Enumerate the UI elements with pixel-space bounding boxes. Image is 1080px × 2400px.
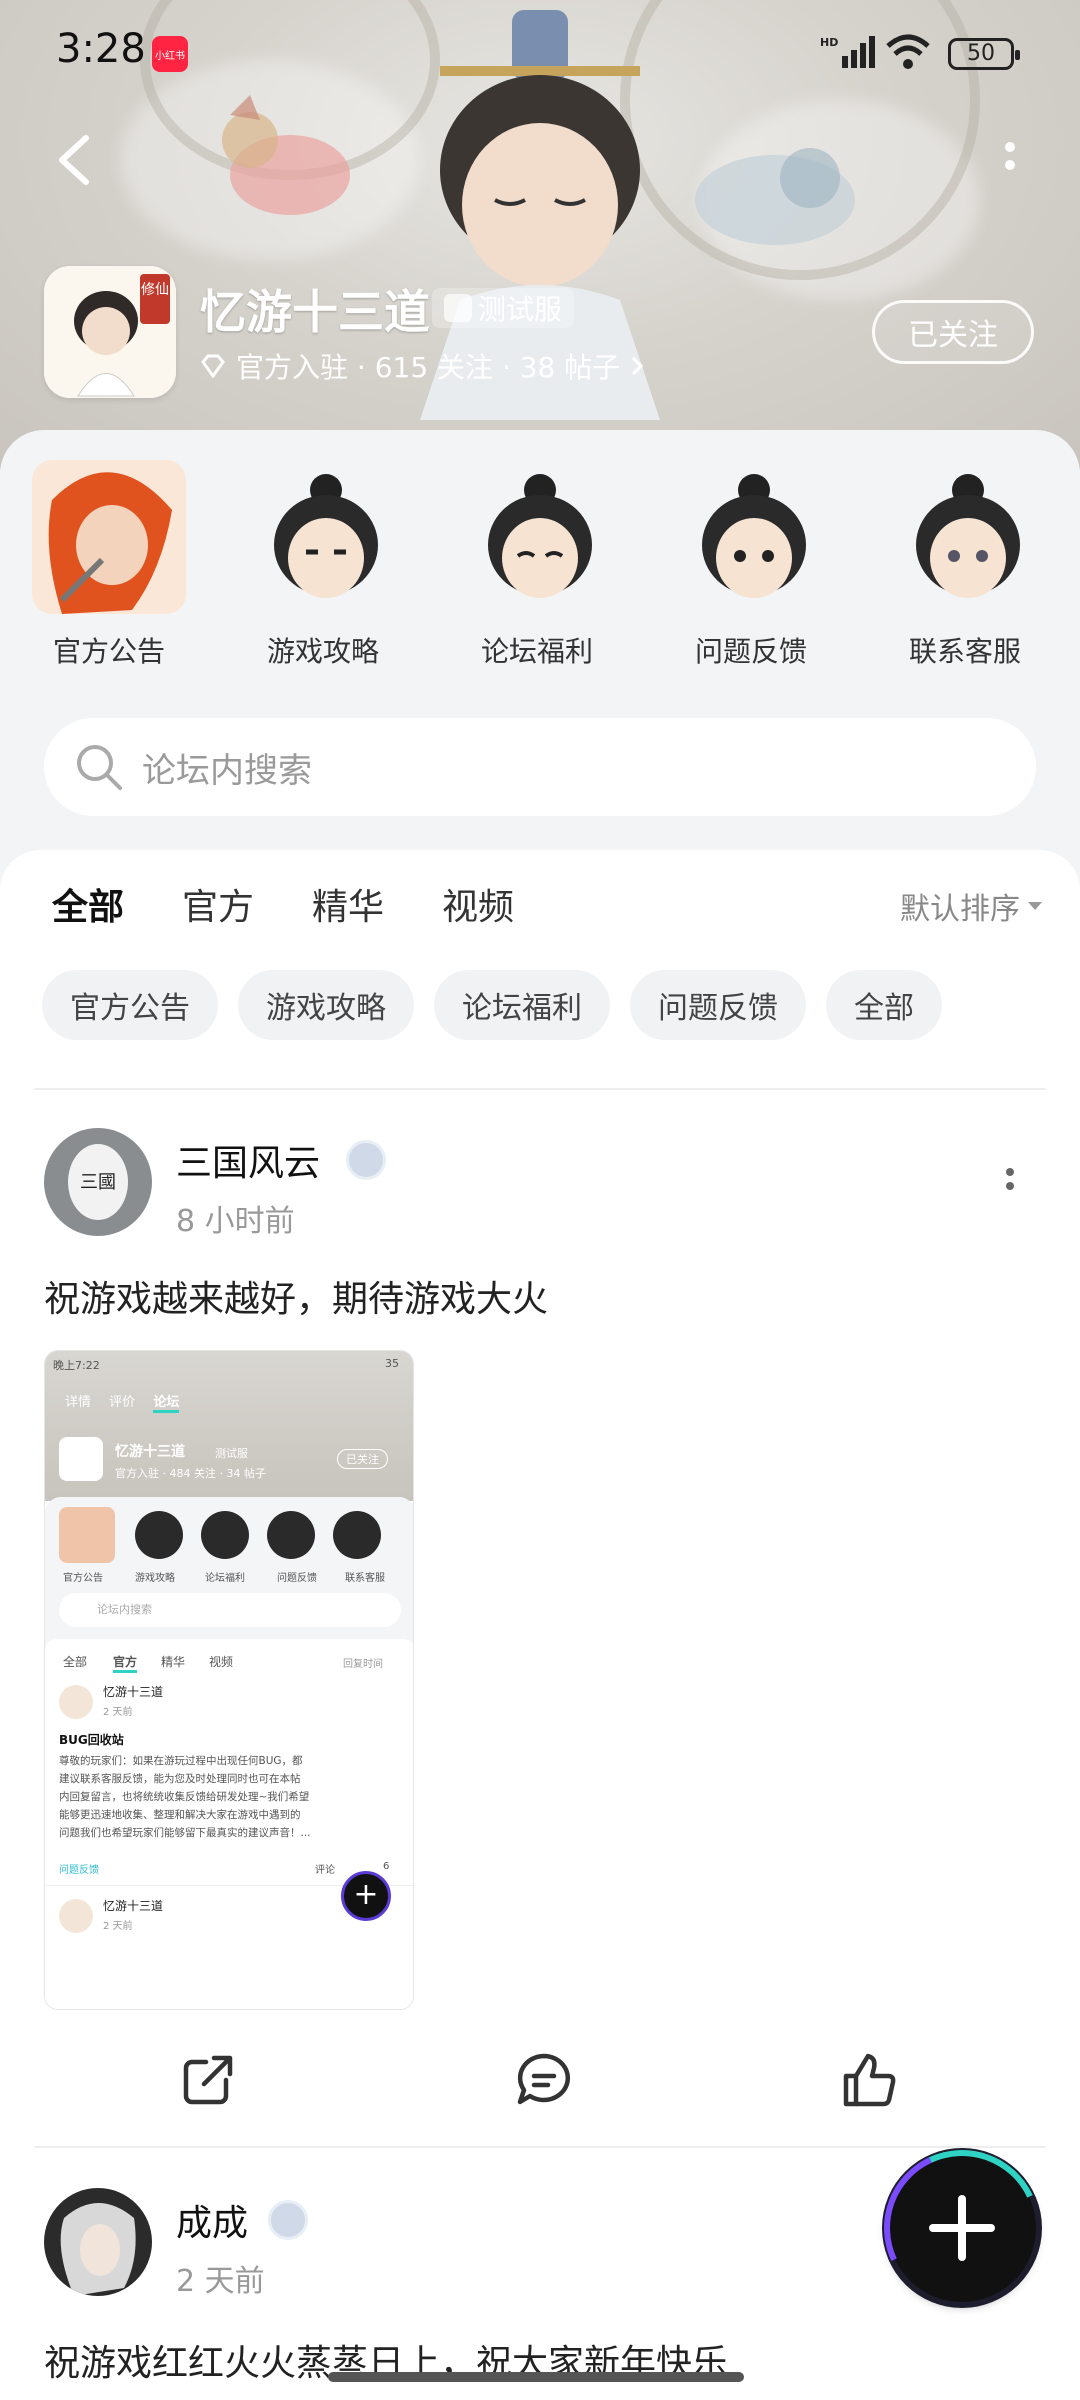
caret-down-icon bbox=[1028, 902, 1042, 910]
beast-illustration bbox=[695, 148, 855, 245]
clock: 3:28 bbox=[56, 26, 146, 72]
author-name[interactable]: 成成 bbox=[176, 2194, 248, 2246]
status-bar: 3:28 小红书 HD 50 bbox=[0, 0, 1080, 100]
plus-icon bbox=[929, 2195, 995, 2261]
level-badge-icon bbox=[346, 1140, 386, 1180]
category-avatar bbox=[246, 460, 400, 614]
tab-official[interactable]: 官方 bbox=[182, 878, 254, 930]
tab-video[interactable]: 视频 bbox=[442, 878, 514, 930]
category-customer-service[interactable]: 联系客服 bbox=[880, 460, 1050, 670]
search-icon bbox=[77, 745, 122, 790]
wifi-icon bbox=[886, 34, 930, 69]
category-avatar bbox=[888, 460, 1042, 614]
post-actions bbox=[0, 2030, 1080, 2150]
follow-button[interactable]: 已关注 bbox=[872, 300, 1034, 364]
share-icon[interactable] bbox=[178, 2050, 238, 2110]
category-avatar bbox=[460, 460, 614, 614]
game-title: 忆游十三道 bbox=[200, 285, 430, 339]
avatar[interactable]: 三國 bbox=[44, 1128, 152, 1236]
category-row: 官方公告 游戏攻略 论坛福利 问题反馈 联系客服 bbox=[0, 460, 1080, 668]
post-time: 2 天前 bbox=[176, 2264, 265, 2299]
qilin-illustration bbox=[222, 95, 350, 215]
sort-dropdown[interactable]: 默认排序 bbox=[900, 884, 1044, 928]
signal-icon: HD bbox=[820, 36, 875, 68]
svg-text:HD: HD bbox=[820, 36, 838, 49]
comment-icon[interactable] bbox=[514, 2050, 574, 2110]
icon-text: 修仙 bbox=[141, 282, 169, 298]
category-avatar bbox=[32, 460, 186, 614]
avatar[interactable] bbox=[44, 2188, 152, 2296]
post-image[interactable]: 晚上7:22 35 详情 评价 论坛 忆游十三道 测试服 官方入驻 · 484 … bbox=[44, 1350, 414, 2010]
category-official-announcement[interactable]: 官方公告 bbox=[24, 460, 194, 670]
post-text[interactable]: 祝游戏越来越好，期待游戏大火 bbox=[44, 1270, 548, 1322]
tab-featured[interactable]: 精华 bbox=[312, 878, 384, 930]
new-post-button[interactable] bbox=[888, 2154, 1036, 2302]
divider bbox=[34, 2146, 1046, 2148]
chip-official-announcement[interactable]: 官方公告 bbox=[42, 970, 218, 1040]
chip-feedback[interactable]: 问题反馈 bbox=[630, 970, 806, 1040]
divider bbox=[34, 1088, 1046, 1090]
chip-all[interactable]: 全部 bbox=[826, 970, 942, 1040]
author-name[interactable]: 三国风云 bbox=[176, 1134, 320, 1186]
home-indicator[interactable] bbox=[328, 2372, 744, 2382]
chevron-right-icon bbox=[632, 356, 644, 376]
test-server-tag: 测试服 bbox=[432, 288, 575, 328]
post-time: 8 小时前 bbox=[176, 1204, 295, 1239]
search-input[interactable]: 论坛内搜索 bbox=[44, 718, 1036, 816]
tab-bar: 全部 官方 精华 视频 bbox=[52, 878, 514, 932]
code-icon bbox=[444, 294, 472, 322]
app-notification-icon: 小红书 bbox=[152, 36, 188, 72]
back-icon[interactable] bbox=[48, 130, 108, 190]
battery-icon: 50 bbox=[948, 38, 1020, 70]
category-forum-benefits[interactable]: 论坛福利 bbox=[452, 460, 622, 670]
category-game-guide[interactable]: 游戏攻略 bbox=[238, 460, 408, 670]
svg-text:三國: 三國 bbox=[80, 1172, 116, 1193]
post-more-icon[interactable] bbox=[1000, 1164, 1020, 1204]
level-badge-icon bbox=[268, 2200, 308, 2240]
like-icon[interactable] bbox=[838, 2050, 898, 2110]
chip-game-guide[interactable]: 游戏攻略 bbox=[238, 970, 414, 1040]
more-icon[interactable] bbox=[990, 135, 1030, 195]
tab-all[interactable]: 全部 bbox=[52, 878, 125, 932]
diamond-icon bbox=[201, 354, 225, 378]
game-icon[interactable]: 修仙 bbox=[44, 266, 176, 398]
filter-chips: 官方公告 游戏攻略 论坛福利 问题反馈 全部 bbox=[42, 970, 942, 1040]
category-feedback[interactable]: 问题反馈 bbox=[666, 460, 836, 670]
game-meta[interactable]: 官方入驻 · 615 关注 · 38 帖子 bbox=[200, 346, 644, 386]
chip-forum-benefits[interactable]: 论坛福利 bbox=[434, 970, 610, 1040]
category-avatar bbox=[674, 460, 828, 614]
